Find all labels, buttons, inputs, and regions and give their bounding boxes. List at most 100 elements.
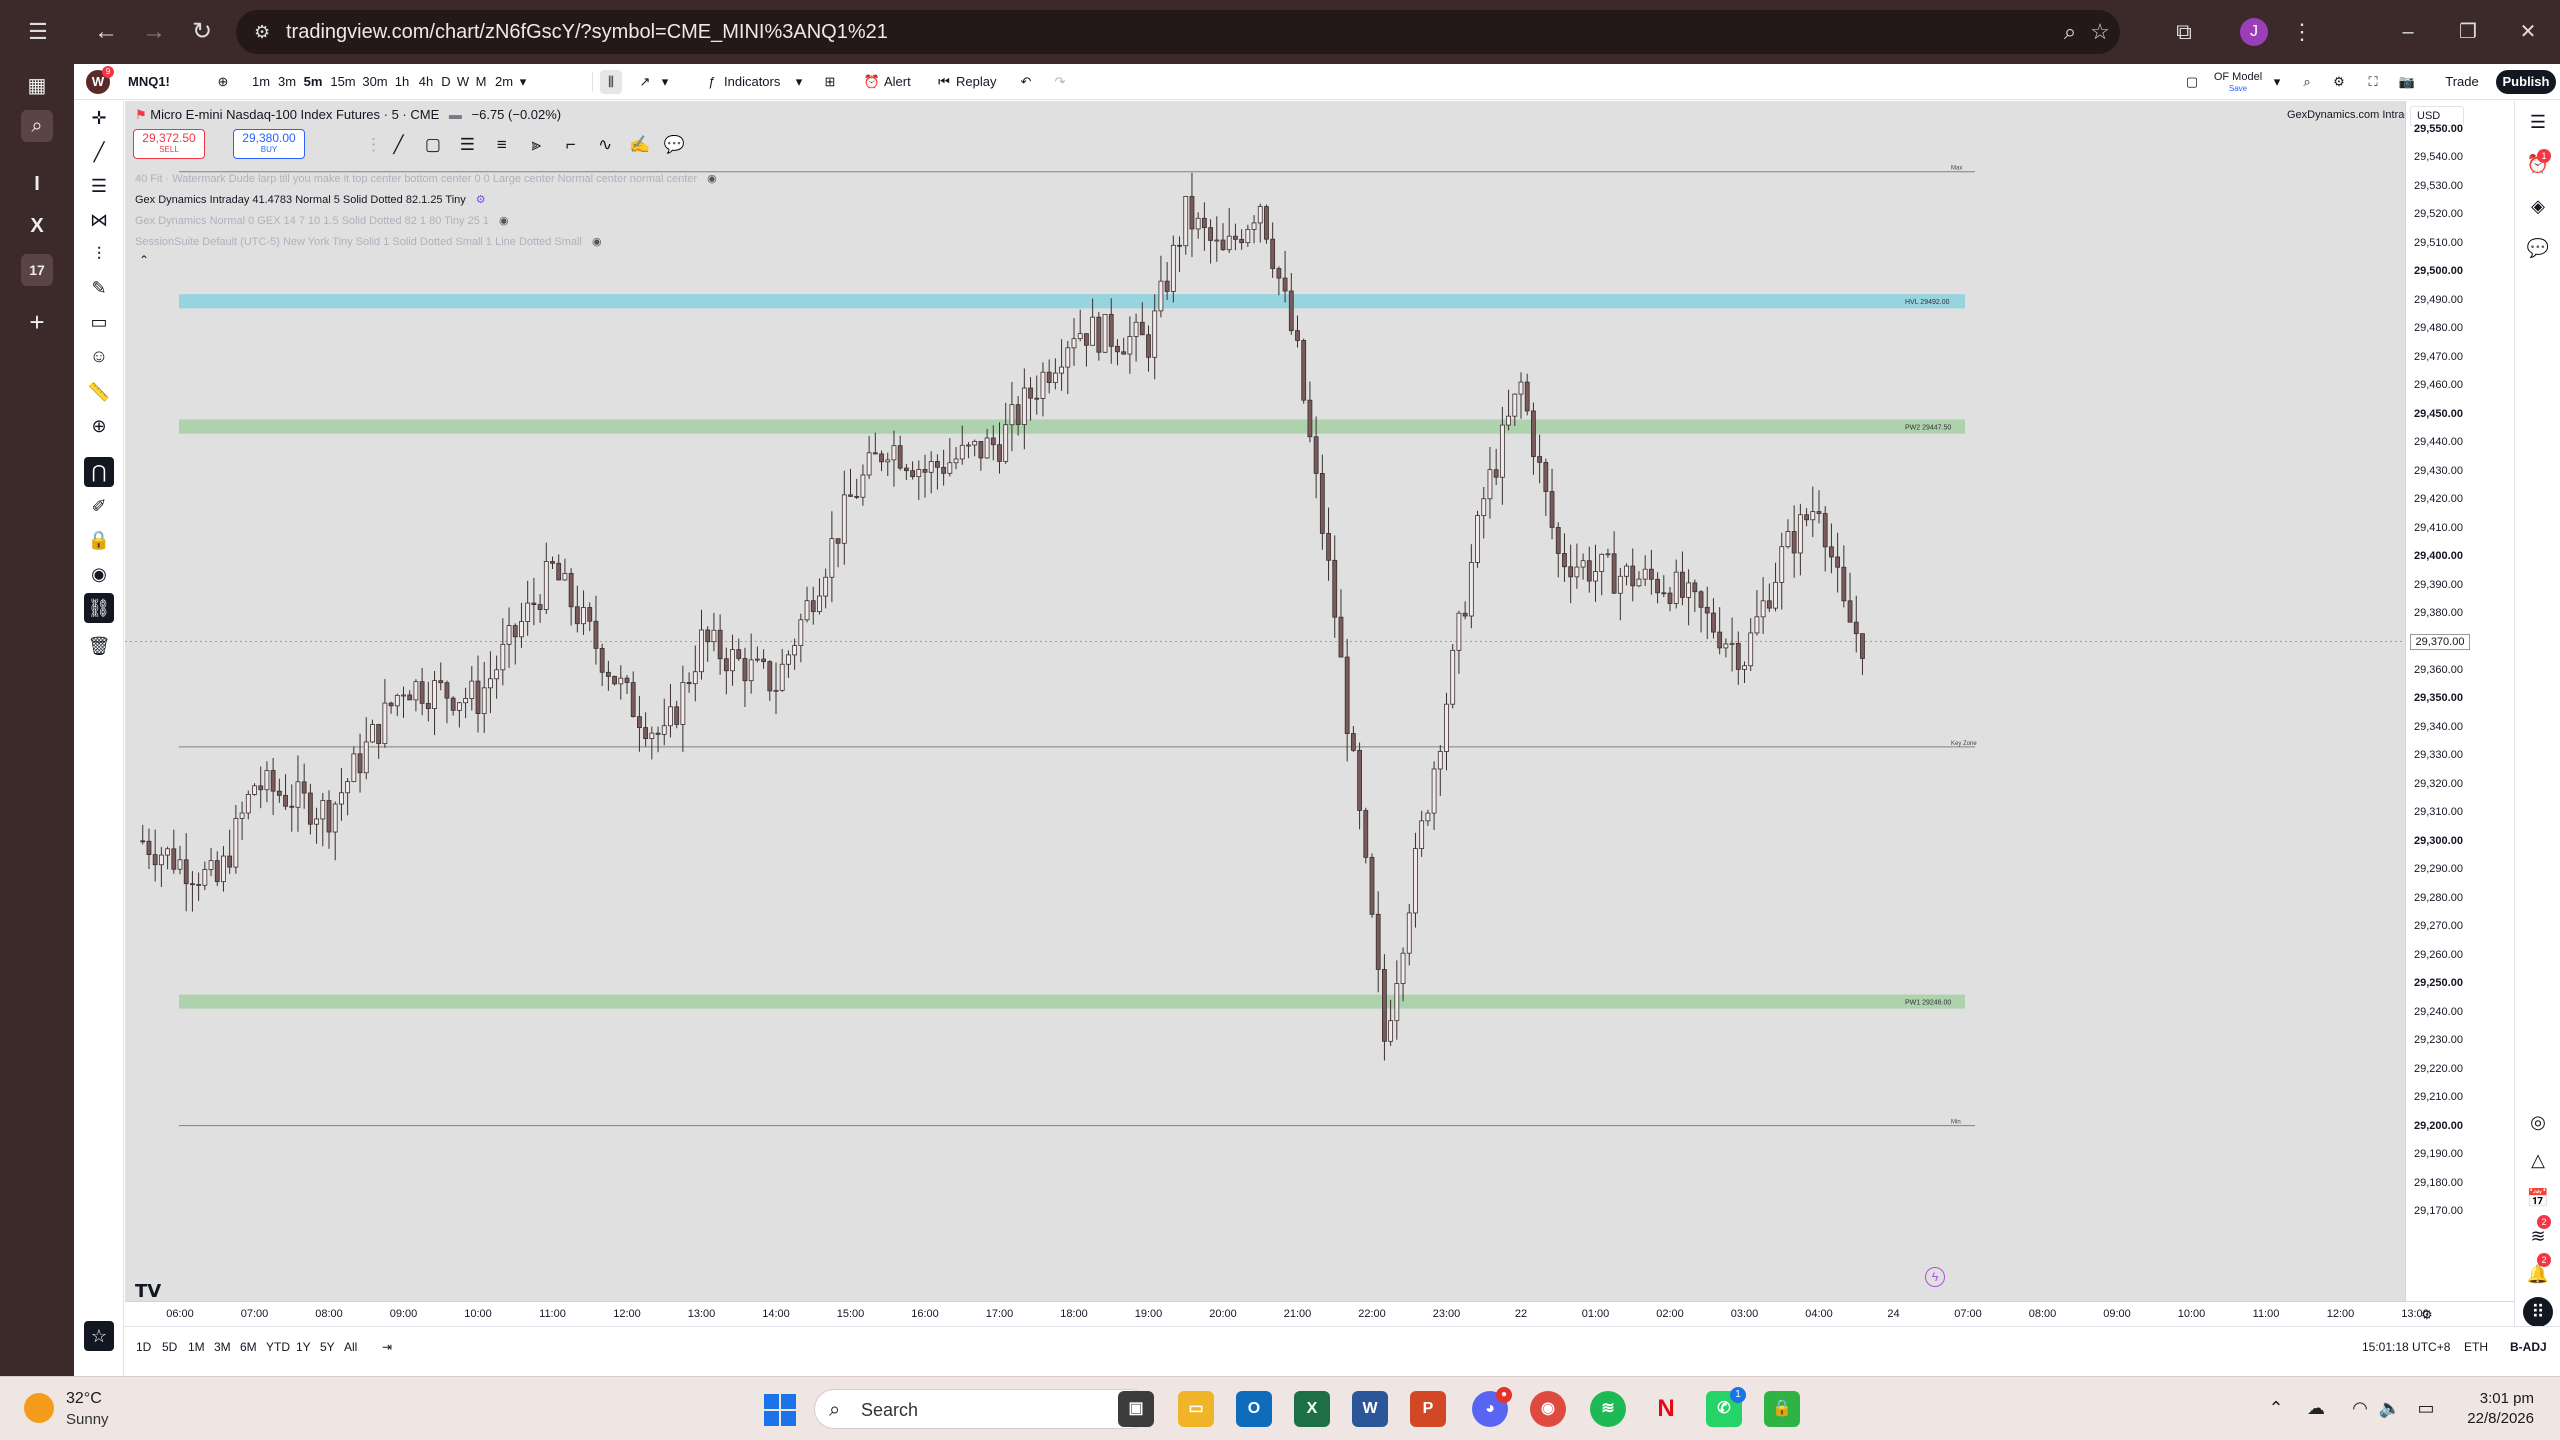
workspaces-icon[interactable]: ▦ xyxy=(21,70,53,102)
settings-gear-icon[interactable]: ⚙ xyxy=(2328,70,2350,94)
emoji-icon[interactable]: ☺ xyxy=(84,341,114,371)
alert-icon[interactable]: ⏰ xyxy=(862,70,882,94)
trend-line-icon[interactable]: ╱ xyxy=(84,137,114,167)
layout-square-icon[interactable]: ▢ xyxy=(2182,70,2202,94)
interval-4h[interactable]: 4h xyxy=(414,70,438,94)
address-bar[interactable]: ⚙ tradingview.com/chart/zN6fGscY/?symbol… xyxy=(236,10,2120,54)
path-tool-icon[interactable]: ⌐ xyxy=(556,131,586,159)
netflix-icon[interactable]: N xyxy=(1648,1391,1684,1427)
adjustment-toggle[interactable]: B-ADJ xyxy=(2510,1339,2547,1355)
quick-search-icon[interactable]: ⌕ xyxy=(2296,70,2318,94)
powerpoint-icon[interactable]: P xyxy=(1410,1391,1446,1427)
interval-5m[interactable]: 5m xyxy=(300,70,326,94)
menu-dots-icon[interactable]: ⋮ xyxy=(2286,16,2318,48)
session-toggle[interactable]: ETH xyxy=(2464,1339,2488,1355)
site-info-icon[interactable]: ⚙ xyxy=(254,20,278,44)
instrument-title[interactable]: Micro E-mini Nasdaq-100 Index Futures · … xyxy=(150,107,439,122)
eye-icon[interactable]: ◉ xyxy=(707,172,717,186)
ruler-icon[interactable]: 📏 xyxy=(84,377,114,407)
interval-30m[interactable]: 30m xyxy=(360,70,390,94)
indicators-icon[interactable]: ƒ xyxy=(702,70,722,94)
range-6m[interactable]: 6M xyxy=(240,1339,257,1355)
indicator-row-session-suite[interactable]: SessionSuite Default (UTC-5) New York Ti… xyxy=(135,235,602,249)
weather-desc[interactable]: Sunny xyxy=(66,1411,109,1428)
pattern-icon[interactable]: ⋈ xyxy=(84,205,114,235)
start-windows-icon[interactable] xyxy=(764,1394,796,1426)
replay-button[interactable]: Replay xyxy=(956,70,1006,94)
eye-icon[interactable]: ◉ xyxy=(499,214,509,228)
forward-icon[interactable]: → xyxy=(138,16,170,48)
keep-drawing-icon[interactable]: ✐ xyxy=(84,491,114,521)
crosshair-icon[interactable]: ✛ xyxy=(84,103,114,133)
bookmark-star-icon[interactable]: ☆ xyxy=(2086,18,2114,46)
outlook-icon[interactable]: O xyxy=(1236,1391,1272,1427)
price-scale[interactable]: USD 29,550.00 29,540.00 29,530.00 29,520.00… xyxy=(2405,101,2514,1301)
buy-button[interactable]: 29,380.00 BUY xyxy=(233,129,305,159)
forecast-icon[interactable]: ⫶ xyxy=(84,239,114,269)
battery-icon[interactable]: ▭ xyxy=(2412,1395,2440,1421)
indicator-row-gex-normal[interactable]: Gex Dynamics Normal 0 GEX 14 7 10 1.5 So… xyxy=(135,214,509,228)
file-explorer-icon[interactable]: ▭ xyxy=(1178,1391,1214,1427)
collapse-legend-icon[interactable]: ⌃ xyxy=(139,253,149,267)
eye-icon[interactable]: ◉ xyxy=(592,235,602,249)
compare-icon[interactable]: ⊕ xyxy=(214,70,232,94)
tradingview-icon[interactable]: 17 xyxy=(21,254,53,286)
layers-icon[interactable]: ◈ xyxy=(2523,191,2553,221)
candlestick-chart[interactable]: HVL 29492.00 PW2 29447.50 PW1 29246.00 Max K… xyxy=(125,101,2405,1301)
vpn-lock-icon[interactable]: 🔒 xyxy=(1764,1391,1800,1427)
alert-button[interactable]: Alert xyxy=(884,70,924,94)
chart-container[interactable]: HVL 29492.00 PW2 29447.50 PW1 29246.00 Max K… xyxy=(125,101,2514,1326)
word-icon[interactable]: W xyxy=(1352,1391,1388,1427)
publish-button[interactable]: Publish xyxy=(2496,70,2556,94)
indicator-row-gex-intraday[interactable]: Gex Dynamics Intraday 41.4783 Normal 5 S… xyxy=(135,193,486,207)
minimize-icon[interactable]: – xyxy=(2392,16,2424,48)
onedrive-icon[interactable]: ☁ xyxy=(2302,1395,2330,1421)
magnet-icon[interactable]: ⋂ xyxy=(84,457,114,487)
close-icon[interactable]: ✕ xyxy=(2512,16,2544,48)
drag-handle-icon[interactable]: ⋮ xyxy=(365,131,382,159)
interval-2m[interactable]: 2m xyxy=(492,70,516,94)
settings-icon[interactable]: ⚙ xyxy=(476,193,486,207)
time-scale[interactable]: 06:00 07:00 08:00 09:00 10:00 11:00 12:00 13:00… xyxy=(125,1301,2514,1326)
layout-dropdown-icon[interactable]: ▾ xyxy=(2270,70,2284,94)
tray-overflow-icon[interactable]: ⌃ xyxy=(2262,1395,2290,1421)
range-ytd[interactable]: YTD xyxy=(266,1339,290,1355)
pen-tool-icon[interactable]: ✍ xyxy=(625,131,655,159)
profile-avatar[interactable]: J xyxy=(2240,18,2268,46)
search-panel-icon[interactable]: ⌕ xyxy=(21,110,53,142)
url-text[interactable]: tradingview.com/chart/zN6fGscY/?symbol=C… xyxy=(286,20,888,44)
scale-settings-icon[interactable]: ⚙ xyxy=(2421,1307,2433,1323)
zoom-icon[interactable]: ⌕ xyxy=(2056,18,2084,46)
range-5d[interactable]: 5D xyxy=(162,1339,177,1355)
text-note-icon[interactable]: ▭ xyxy=(84,307,114,337)
zoom-in-icon[interactable]: ⊕ xyxy=(84,411,114,441)
tradingview-logo[interactable]: TV xyxy=(135,1281,161,1301)
long-position-icon[interactable]: ☰ xyxy=(452,131,482,159)
ideas-icon[interactable]: △ xyxy=(2523,1145,2553,1175)
candles-icon[interactable]: ⫼ xyxy=(600,70,622,94)
symbol-search[interactable]: MNQ1! xyxy=(128,70,212,94)
sell-button[interactable]: 29,372.50 SELL xyxy=(133,129,205,159)
horizontal-line-icon[interactable]: ≡ xyxy=(487,131,517,159)
taskbar-search[interactable]: ⌕ Search xyxy=(814,1389,1150,1429)
indicator-row-watermark[interactable]: 40 Fit · Watermark Dude larp till you ma… xyxy=(135,172,717,186)
date-range-icon[interactable]: ⇥ xyxy=(382,1339,392,1355)
wifi-icon[interactable]: ◠ xyxy=(2346,1395,2374,1421)
favorites-star-icon[interactable]: ☆ xyxy=(84,1321,114,1351)
layout-save[interactable]: Save xyxy=(2208,83,2268,95)
fib-tool-icon[interactable]: ⫸ xyxy=(521,131,551,159)
range-1d[interactable]: 1D xyxy=(136,1339,151,1355)
sync-link-icon[interactable]: ⛓ xyxy=(84,593,114,623)
layout-name[interactable]: OF Model Save xyxy=(2208,71,2268,95)
range-5y[interactable]: 5Y xyxy=(320,1339,335,1355)
restore-icon[interactable]: ❐ xyxy=(2452,16,2484,48)
callout-tool-icon[interactable]: 💬 xyxy=(659,131,689,159)
add-icon[interactable]: + xyxy=(21,306,53,338)
lock-icon[interactable]: 🔒 xyxy=(84,525,114,555)
go-to-realtime-icon[interactable]: ϟ xyxy=(1925,1267,1945,1287)
indicators-dropdown-icon[interactable]: ▾ xyxy=(792,70,806,94)
spotify-icon[interactable]: ≋ xyxy=(1590,1391,1626,1427)
undo-icon[interactable]: ↶ xyxy=(1016,70,1036,94)
extensions-icon[interactable]: ⧉ xyxy=(2168,16,2200,48)
range-3m[interactable]: 3M xyxy=(214,1339,231,1355)
